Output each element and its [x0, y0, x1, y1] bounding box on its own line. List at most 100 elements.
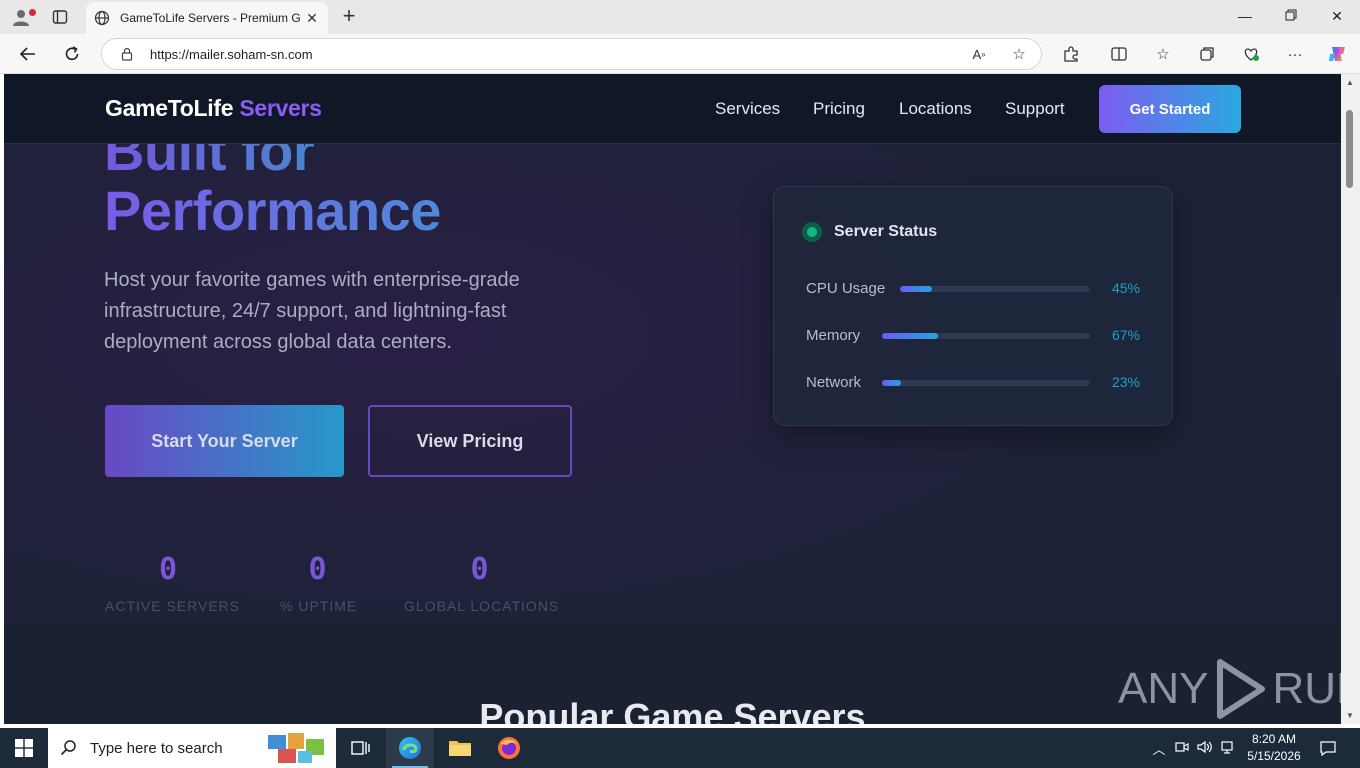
- page-scrollbar[interactable]: ▲ ▼: [1341, 74, 1360, 724]
- stat-locations-label: GLOBAL LOCATIONS: [404, 598, 560, 614]
- copilot-icon[interactable]: [1326, 43, 1348, 65]
- address-toolbar: https://mailer.soham-sn.com A» ☆ ☆ ···: [0, 34, 1360, 74]
- restore-icon: [1285, 9, 1297, 21]
- watermark-text-right: RUN: [1272, 664, 1341, 713]
- back-arrow-icon: [19, 47, 35, 61]
- back-button[interactable]: [16, 42, 40, 66]
- volume-icon[interactable]: [1197, 740, 1213, 757]
- taskbar-firefox[interactable]: [485, 728, 533, 768]
- notifications-button[interactable]: [1308, 728, 1348, 768]
- metric-fill-cpu: [900, 286, 933, 292]
- metric-track-cpu: [900, 286, 1090, 292]
- network-icon[interactable]: [1221, 740, 1237, 757]
- url-text: https://mailer.soham-sn.com: [150, 47, 313, 62]
- watermark-text-left: ANY: [1118, 664, 1209, 713]
- collections-icon[interactable]: [1196, 43, 1218, 65]
- minimize-button[interactable]: —: [1235, 6, 1255, 26]
- browser-tab-bar: GameToLife Servers - Premium Game Server…: [0, 0, 1360, 34]
- metric-value-memory: 67%: [1111, 327, 1140, 343]
- plus-icon: +: [342, 3, 356, 28]
- more-options-icon[interactable]: ···: [1284, 43, 1306, 65]
- meet-now-icon[interactable]: [1175, 740, 1189, 757]
- profile-button[interactable]: [8, 5, 36, 29]
- metric-track-network: [882, 380, 1090, 386]
- notification-dot: [29, 9, 36, 16]
- stat-uptime-value: 0: [308, 552, 327, 587]
- edge-icon: [399, 737, 421, 759]
- view-pricing-button[interactable]: View Pricing: [368, 405, 572, 477]
- refresh-button[interactable]: [60, 42, 84, 66]
- metric-fill-network: [882, 380, 901, 386]
- restore-button[interactable]: [1281, 6, 1301, 26]
- stat-uptime-label: % UPTIME: [280, 598, 358, 614]
- hero-title-line2: Performance: [104, 179, 441, 242]
- page-viewport: Built for Performance Host your favorite…: [4, 74, 1341, 724]
- favorites-icon[interactable]: ☆: [1152, 43, 1174, 65]
- scroll-up-icon[interactable]: ▲: [1346, 78, 1354, 87]
- windows-taskbar: Type here to search ︿ 8:20 AM 5/15/2026: [0, 728, 1360, 768]
- metric-value-network: 23%: [1111, 374, 1140, 390]
- new-tab-button[interactable]: +: [338, 5, 360, 27]
- task-view-icon: [351, 741, 370, 755]
- start-server-button[interactable]: Start Your Server: [105, 405, 344, 477]
- tab-actions-icon: [52, 10, 68, 24]
- refresh-icon: [65, 46, 79, 61]
- split-screen-icon[interactable]: [1108, 43, 1130, 65]
- close-window-button[interactable]: ✕: [1327, 6, 1347, 26]
- address-bar[interactable]: https://mailer.soham-sn.com A» ☆: [101, 38, 1042, 70]
- anyrun-watermark: ANY RUN: [1118, 658, 1341, 720]
- nav-pricing[interactable]: Pricing: [813, 99, 865, 119]
- folder-icon: [449, 741, 471, 756]
- task-view-button[interactable]: [336, 728, 384, 768]
- taskbar-search-box[interactable]: Type here to search: [48, 728, 336, 768]
- clock-date: 5/15/2026: [1247, 749, 1301, 763]
- nav-services[interactable]: Services: [715, 99, 780, 119]
- browser-essentials-icon[interactable]: [1240, 43, 1262, 65]
- close-icon: ✕: [1331, 8, 1343, 24]
- system-tray: ︿: [1151, 728, 1237, 768]
- brand-main-text: GameToLife: [105, 95, 234, 121]
- metric-track-memory: [882, 333, 1090, 339]
- show-hidden-icons-icon[interactable]: ︿: [1151, 739, 1167, 758]
- metric-label-cpu: CPU Usage: [806, 280, 886, 297]
- search-icon: [60, 740, 76, 756]
- server-status-title: Server Status: [834, 223, 938, 240]
- start-button[interactable]: [0, 728, 48, 768]
- metric-label-network: Network: [806, 374, 862, 391]
- scrollbar-thumb[interactable]: [1346, 110, 1353, 188]
- metric-label-memory: Memory: [806, 327, 861, 344]
- search-placeholder: Type here to search: [90, 739, 223, 757]
- stat-locations-value: 0: [470, 552, 489, 587]
- site-info-icon[interactable]: [120, 47, 134, 66]
- taskbar-clock[interactable]: 8:20 AM 5/15/2026: [1236, 731, 1312, 765]
- nav-locations[interactable]: Locations: [899, 99, 972, 119]
- firefox-icon: [498, 737, 520, 759]
- brand-accent-text: Servers: [239, 95, 322, 121]
- nav-support[interactable]: Support: [1005, 99, 1065, 119]
- server-status-card: Server Status CPU Usage 45% Memory 67% N…: [773, 186, 1173, 426]
- notification-icon: [1320, 741, 1336, 756]
- taskbar-file-explorer[interactable]: [436, 728, 484, 768]
- scroll-down-icon[interactable]: ▼: [1346, 711, 1354, 720]
- status-indicator-icon: [802, 222, 822, 242]
- stat-active-servers-label: ACTIVE SERVERS: [105, 598, 241, 614]
- read-aloud-icon[interactable]: A»: [968, 43, 990, 65]
- taskbar-edge[interactable]: [386, 728, 434, 768]
- tab-close-icon[interactable]: ✕: [304, 10, 320, 26]
- metric-fill-memory: [882, 333, 939, 339]
- minimize-icon: —: [1238, 8, 1252, 24]
- clock-time: 8:20 AM: [1251, 732, 1297, 746]
- get-started-button[interactable]: Get Started: [1099, 85, 1241, 133]
- hero-subtitle: Host your favorite games with enterprise…: [104, 269, 520, 353]
- metric-value-cpu: 45%: [1111, 280, 1140, 296]
- extensions-icon[interactable]: [1060, 43, 1082, 65]
- favorite-star-icon[interactable]: ☆: [1008, 43, 1030, 65]
- windows-logo-icon: [15, 739, 33, 757]
- browser-tab[interactable]: GameToLife Servers - Premium Game Server…: [86, 2, 328, 34]
- site-header: GameToLife Servers Services Pricing Loca…: [4, 74, 1341, 144]
- stat-active-servers-value: 0: [158, 552, 178, 587]
- site-logo[interactable]: GameToLife Servers: [105, 95, 322, 122]
- play-logo-icon: [1217, 659, 1266, 719]
- search-highlight-icon: [268, 733, 324, 763]
- tab-actions-button[interactable]: [48, 6, 72, 28]
